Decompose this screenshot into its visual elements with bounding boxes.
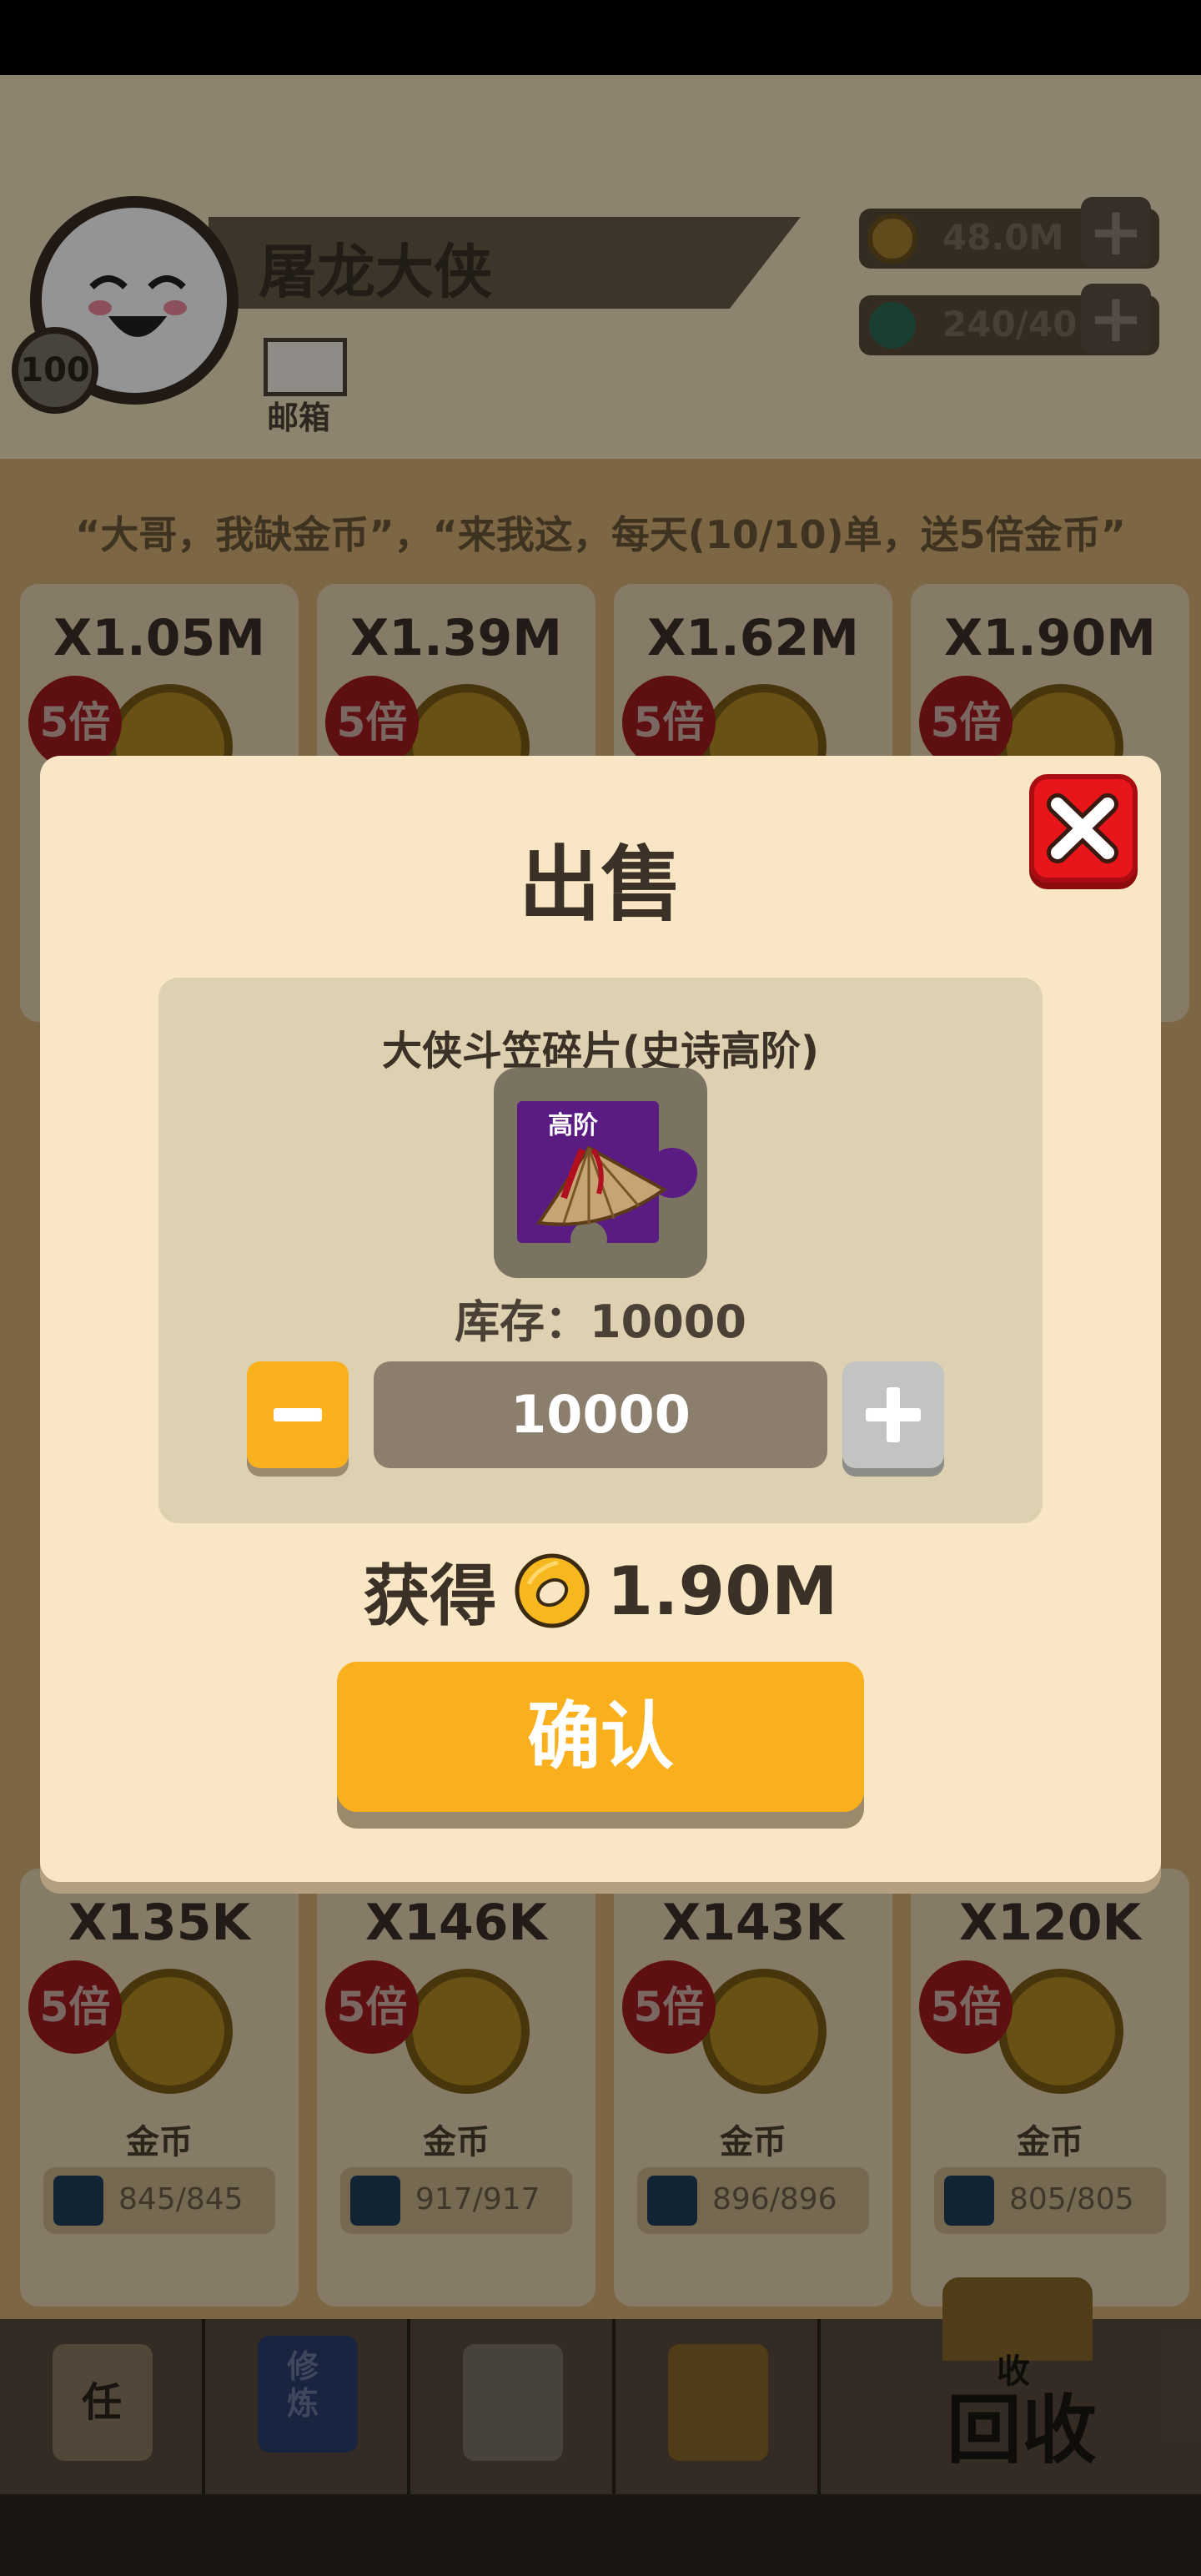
- gain-row: 获得 1.90M: [40, 1545, 1161, 1637]
- increase-button[interactable]: [842, 1361, 944, 1468]
- item-tier-tag: 高阶: [548, 1111, 598, 1140]
- gain-value: 1.90M: [606, 1552, 838, 1630]
- item-panel: 大侠斗笠碎片(史诗高阶) 高阶 库存：10000 10000: [158, 978, 1043, 1523]
- decrease-button[interactable]: [247, 1361, 349, 1468]
- quantity-field[interactable]: 10000: [374, 1361, 827, 1468]
- gain-label: 获得: [363, 1557, 497, 1635]
- sell-dialog: 出售 大侠斗笠碎片(史诗高阶) 高阶 库存：10000 10000 获得 1.9…: [40, 756, 1161, 1882]
- dialog-title: 出售: [518, 838, 682, 933]
- stock-text: 库存：10000: [455, 1296, 746, 1348]
- plus-icon: [866, 1387, 921, 1442]
- minus-icon: [274, 1408, 322, 1421]
- gold-coin-icon: [515, 1553, 589, 1628]
- item-slot: 高阶: [494, 1068, 707, 1278]
- confirm-button[interactable]: 确认: [337, 1662, 864, 1812]
- close-button[interactable]: [1029, 774, 1138, 883]
- close-icon: [1047, 793, 1118, 863]
